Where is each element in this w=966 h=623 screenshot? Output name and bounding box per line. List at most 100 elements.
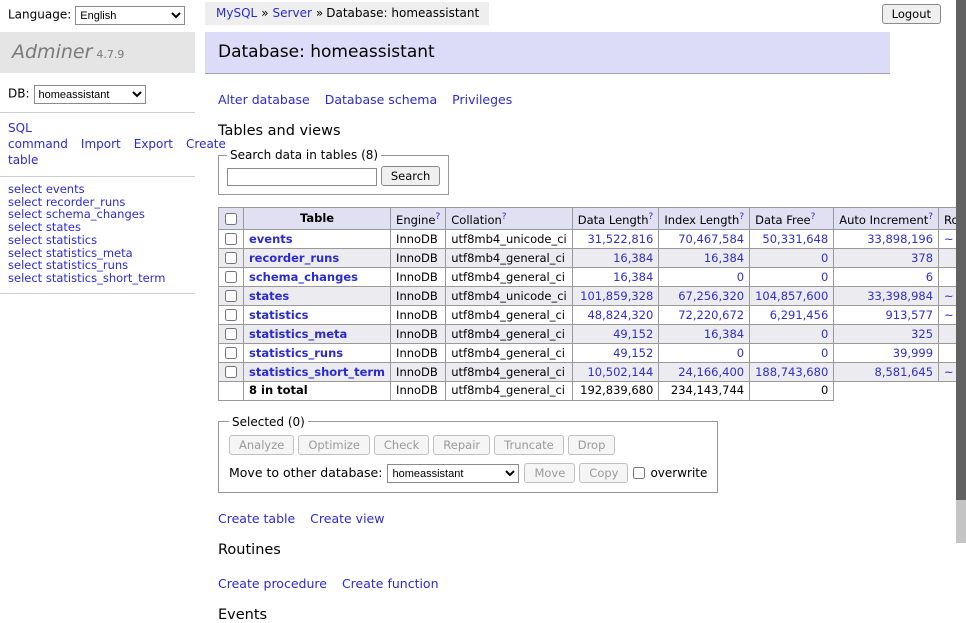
row-checkbox[interactable] bbox=[225, 290, 237, 302]
row-checkbox-cell bbox=[219, 268, 244, 287]
breadcrumb-server-link[interactable]: Server bbox=[273, 6, 312, 20]
sidebar-action-import[interactable]: Import bbox=[81, 137, 121, 151]
sidebar-action-export[interactable]: Export bbox=[134, 137, 173, 151]
create-view-link[interactable]: Create view bbox=[310, 511, 384, 526]
row-checkbox[interactable] bbox=[225, 252, 237, 264]
db-selector-row: DB:homeassistant bbox=[0, 73, 195, 112]
move-button[interactable]: Move bbox=[524, 463, 575, 483]
truncate-button[interactable]: Truncate bbox=[494, 435, 564, 455]
index-length-cell: 234,143,744 bbox=[659, 382, 750, 401]
drop-button[interactable]: Drop bbox=[568, 435, 616, 455]
analyze-button[interactable]: Analyze bbox=[229, 435, 294, 455]
engine-cell: InnoDB bbox=[391, 363, 446, 382]
move-db-select[interactable]: homeassistant bbox=[387, 464, 519, 483]
sidebar-item-select-statistics[interactable]: select statistics bbox=[8, 234, 187, 247]
row-checkbox[interactable] bbox=[225, 366, 237, 378]
data-free-cell: 0 bbox=[750, 325, 834, 344]
alter-database-link[interactable]: Alter database bbox=[218, 92, 310, 107]
create-function-link[interactable]: Create function bbox=[342, 576, 439, 591]
create-procedure-link[interactable]: Create procedure bbox=[218, 576, 327, 591]
copy-button[interactable]: Copy bbox=[579, 463, 628, 483]
move-row: Move to other database:homeassistantMove… bbox=[229, 463, 707, 484]
help-link[interactable]: ? bbox=[502, 212, 507, 222]
table-row: recorder_runs InnoDButf8mb4_general_ci 16,… bbox=[219, 249, 966, 268]
overwrite-checkbox[interactable] bbox=[633, 467, 645, 479]
help-link[interactable]: ? bbox=[811, 212, 816, 222]
data-free-cell: 104,857,600 bbox=[750, 287, 834, 306]
create-table-link[interactable]: Create table bbox=[218, 511, 295, 526]
auto-increment-cell: 378 bbox=[834, 249, 939, 268]
breadcrumb-mysql-link[interactable]: MySQL bbox=[216, 6, 257, 20]
row-checkbox[interactable] bbox=[225, 233, 237, 245]
table-name-cell: statistics bbox=[244, 306, 391, 325]
row-checkbox-cell bbox=[219, 363, 244, 382]
table-link-statistics-short-term[interactable]: statistics_short_term bbox=[249, 365, 385, 379]
data-length-cell: 192,839,680 bbox=[572, 382, 659, 401]
sidebar-item-select-events[interactable]: select events bbox=[8, 183, 187, 196]
row-checkbox[interactable] bbox=[225, 271, 237, 283]
row-checkbox[interactable] bbox=[225, 347, 237, 359]
table-row: schema_changesInnoDButf8mb4_general_ci16… bbox=[219, 268, 966, 287]
privileges-link[interactable]: Privileges bbox=[452, 92, 512, 107]
engine-cell: InnoDB bbox=[391, 249, 446, 268]
auto-increment-cell: 33,398,984 bbox=[834, 287, 939, 306]
optimize-button[interactable]: Optimize bbox=[298, 435, 370, 455]
column-header-table: Table bbox=[244, 208, 391, 230]
logout-button[interactable]: Logout bbox=[882, 4, 941, 24]
auto-increment-cell: 325 bbox=[834, 325, 939, 344]
total-label-cell: 8 in total bbox=[244, 382, 391, 401]
database-schema-link[interactable]: Database schema bbox=[325, 92, 437, 107]
search-input[interactable] bbox=[227, 168, 377, 186]
table-name-cell: events bbox=[244, 230, 391, 249]
search-button[interactable]: Search bbox=[381, 166, 441, 186]
index-length-cell: 24,166,400 bbox=[659, 363, 750, 382]
engine-cell: InnoDB bbox=[391, 306, 446, 325]
sidebar-divider bbox=[0, 293, 195, 294]
help-link[interactable]: ? bbox=[649, 212, 654, 222]
table-name-cell: recorder_runs bbox=[244, 249, 391, 268]
repair-button[interactable]: Repair bbox=[433, 435, 490, 455]
row-checkbox[interactable] bbox=[225, 309, 237, 321]
check-button[interactable]: Check bbox=[374, 435, 429, 455]
adminer-logo-link[interactable]: Adminer4.7.9 bbox=[12, 47, 124, 61]
table-row: statistics_metaInnoDButf8mb4_general_ci4… bbox=[219, 325, 966, 344]
index-length-cell: 0 bbox=[659, 344, 750, 363]
events-section-heading: Events bbox=[218, 607, 956, 623]
data-length-cell: 10,502,144 bbox=[572, 363, 659, 382]
page-title: Database: homeassistant bbox=[205, 32, 890, 74]
table-link-schema-changes[interactable]: schema_changes bbox=[249, 270, 358, 284]
collation-cell: utf8mb4_general_ci bbox=[446, 249, 573, 268]
auto-increment-cell: 39,999 bbox=[834, 344, 939, 363]
table-link-states[interactable]: states bbox=[249, 289, 289, 303]
row-checkbox[interactable] bbox=[225, 328, 237, 340]
table-link-statistics-runs[interactable]: statistics_runs bbox=[249, 346, 343, 360]
table-link-statistics[interactable]: statistics bbox=[249, 308, 309, 322]
overwrite-label: overwrite bbox=[650, 466, 707, 480]
index-length-cell: 0 bbox=[659, 268, 750, 287]
data-length-cell: 49,152 bbox=[572, 325, 659, 344]
table-link-statistics-meta[interactable]: statistics_meta bbox=[249, 327, 347, 341]
data-length-cell: 101,859,328 bbox=[572, 287, 659, 306]
table-row: eventsInnoDButf8mb4_unicode_ci31,522,816… bbox=[219, 230, 966, 249]
select-all-checkbox[interactable] bbox=[225, 213, 237, 225]
data-free-cell: 50,331,648 bbox=[750, 230, 834, 249]
sidebar-action-sql-command[interactable]: SQL command bbox=[8, 121, 68, 151]
engine-cell: InnoDB bbox=[391, 344, 446, 363]
help-link[interactable]: ? bbox=[928, 212, 933, 222]
index-length-cell: 16,384 bbox=[659, 249, 750, 268]
language-select[interactable]: English bbox=[75, 6, 185, 25]
auto-increment-cell: 8,581,645 bbox=[834, 363, 939, 382]
vertical-scrollbar[interactable] bbox=[956, 0, 966, 543]
table-link-events[interactable]: events bbox=[249, 232, 293, 246]
scrollbar-thumb[interactable] bbox=[956, 0, 966, 500]
row-checkbox-cell bbox=[219, 287, 244, 306]
sidebar-item-select-states[interactable]: select states bbox=[8, 221, 187, 234]
table-link-recorder-runs[interactable]: recorder_runs bbox=[249, 251, 339, 265]
column-header-collation: Collation? bbox=[446, 208, 573, 230]
help-link[interactable]: ? bbox=[435, 212, 440, 222]
help-link[interactable]: ? bbox=[739, 212, 744, 222]
sidebar-item-select-statistics-short-term[interactable]: select statistics_short_term bbox=[8, 272, 187, 285]
table-row: statesInnoDButf8mb4_unicode_ci101,859,32… bbox=[219, 287, 966, 306]
db-select[interactable]: homeassistant bbox=[34, 85, 146, 104]
index-length-cell: 16,384 bbox=[659, 325, 750, 344]
